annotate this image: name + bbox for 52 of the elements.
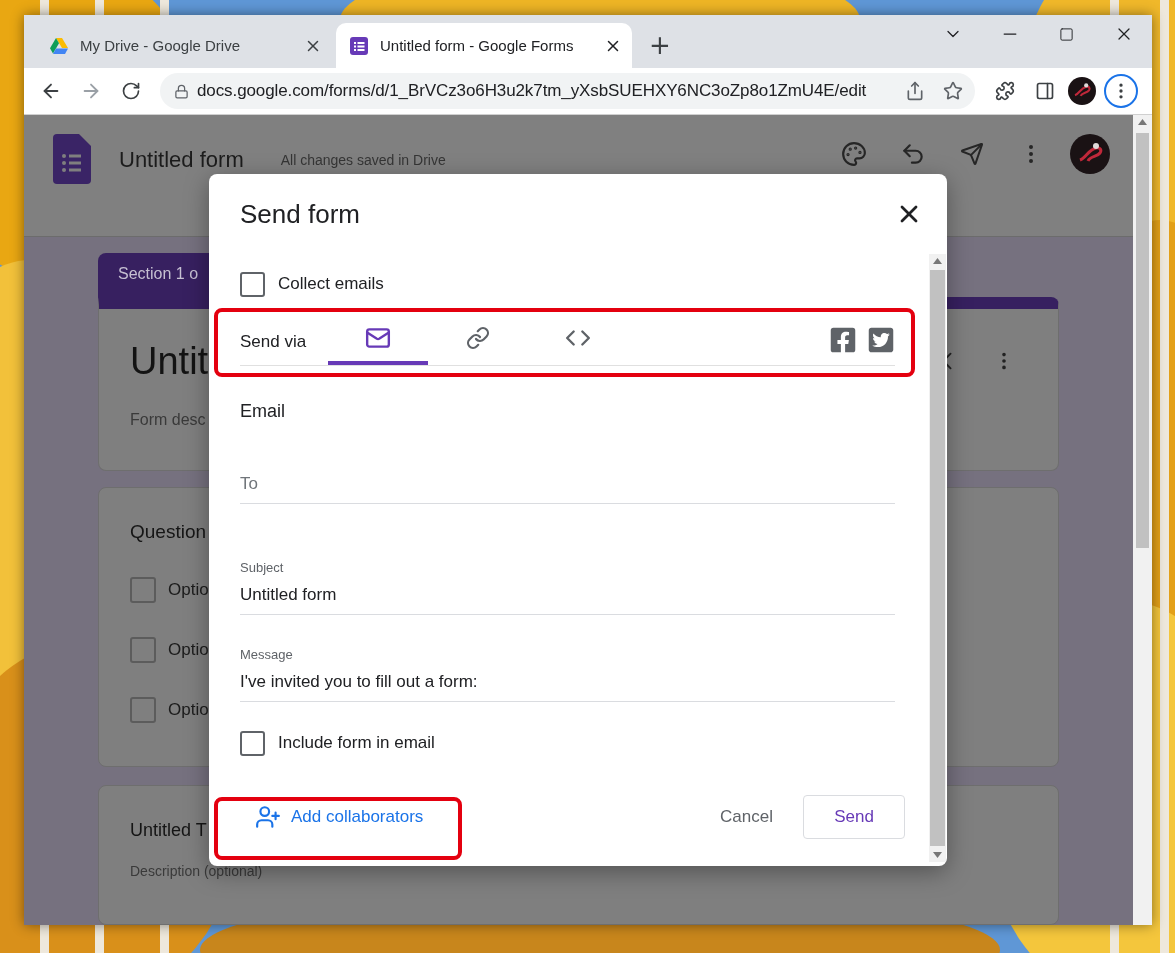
message-field[interactable]: I've invited you to fill out a form:	[240, 662, 895, 702]
send-button[interactable]: Send	[803, 795, 905, 839]
reload-icon[interactable]	[121, 81, 141, 101]
dialog-title: Send form	[240, 198, 360, 230]
puzzle-icon[interactable]	[995, 81, 1015, 101]
drive-logo-icon	[50, 37, 68, 54]
checkbox-label: Collect emails	[278, 274, 384, 294]
add-collaborators-button[interactable]: Add collaborators	[229, 796, 432, 838]
lock-icon	[174, 83, 189, 99]
subject-field[interactable]: Untitled form	[240, 575, 895, 615]
star-icon[interactable]	[943, 81, 963, 101]
section-heading: Email	[240, 401, 285, 422]
checkbox[interactable]	[240, 730, 265, 756]
section-description: Description (optional)	[130, 863, 263, 879]
checkbox[interactable]	[240, 271, 265, 297]
field-label: Subject	[240, 560, 284, 575]
option-label: Optio	[168, 580, 209, 600]
to-field[interactable]: To	[240, 464, 895, 504]
side-panel-icon[interactable]	[1035, 81, 1055, 101]
scroll-down-icon[interactable]	[933, 852, 942, 858]
avatar-icon[interactable]	[1068, 77, 1096, 105]
forms-logo-icon	[350, 36, 368, 55]
new-tab-button[interactable]: +	[646, 31, 674, 59]
save-status: All changes saved in Drive	[280, 152, 446, 168]
option-label: Optio	[168, 640, 209, 660]
cancel-button[interactable]: Cancel	[720, 797, 773, 837]
maximize-icon[interactable]	[1059, 26, 1074, 42]
section-title: Untitled T	[130, 820, 207, 841]
scrollbar[interactable]	[929, 254, 946, 862]
form-title: Untit	[130, 339, 209, 383]
forms-logo-icon[interactable]	[53, 134, 91, 184]
menu-button[interactable]	[1104, 74, 1138, 108]
send-via-label: Send via	[240, 330, 308, 352]
browser-tab[interactable]: My Drive - Google Drive	[36, 23, 332, 68]
browser-tab[interactable]: Untitled form - Google Forms	[336, 23, 632, 68]
person-add-icon	[255, 804, 281, 830]
link-icon	[466, 325, 490, 350]
twitter-icon[interactable]	[867, 325, 895, 354]
scrollbar-thumb[interactable]	[1136, 133, 1149, 548]
scroll-up-icon[interactable]	[933, 258, 942, 264]
form-title: Untitled form	[119, 147, 244, 173]
address-bar[interactable]: docs.google.com/forms/d/1_BrVCz3o6H3u2k7tm_yXsbSUEHXY6NC3oZp8o1ZmU4E/edit	[160, 73, 975, 109]
form-description: Form desc	[130, 411, 206, 429]
facebook-icon[interactable]	[829, 325, 857, 354]
question-title: Question	[130, 521, 207, 543]
checkbox-label: Include form in email	[278, 733, 435, 753]
scrollbar[interactable]	[1133, 115, 1152, 925]
scroll-up-icon[interactable]	[1138, 119, 1147, 125]
share-icon[interactable]	[905, 81, 925, 101]
field-label: Message	[240, 647, 293, 662]
option-label: Optio	[168, 700, 209, 720]
scrollbar-thumb[interactable]	[930, 270, 945, 846]
